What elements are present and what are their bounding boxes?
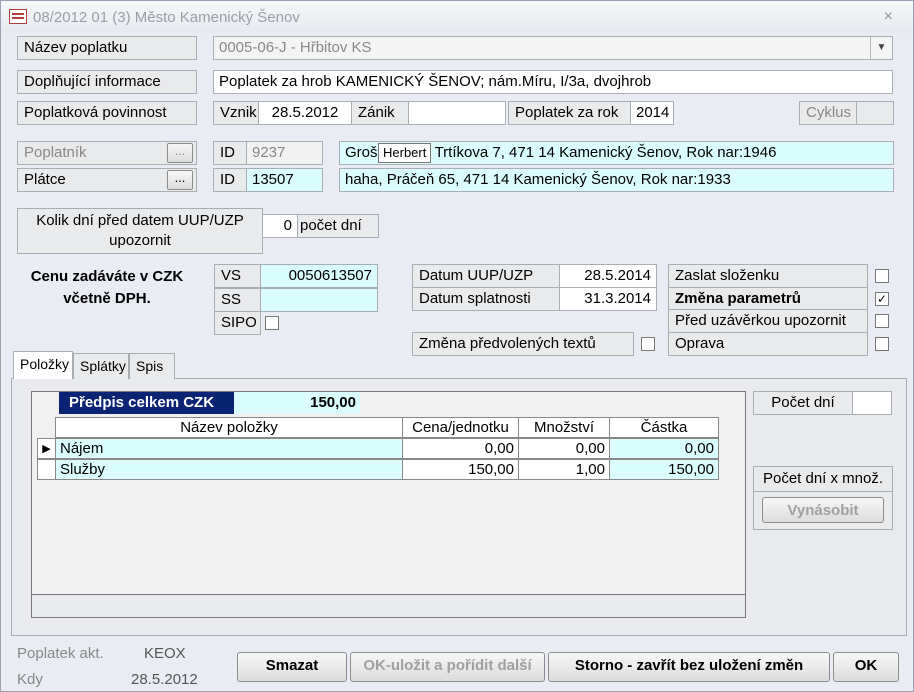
pocet-x-label: Počet dní x množ.: [754, 467, 892, 492]
zmena-param-label: Změna parametrů: [668, 287, 868, 311]
vznik-label: Vznik: [213, 101, 259, 125]
title-bar: 08/2012 01 (3) Město Kamenický Šenov ×: [1, 1, 913, 33]
nazev-label: Název poplatku: [17, 36, 197, 60]
chevron-down-icon[interactable]: ▼: [870, 37, 892, 59]
poplatnik-surname: Groš: [345, 144, 378, 161]
oprava-label: Oprava: [668, 332, 868, 356]
poplatnik-address: , Trtíkova 7, 471 14 Kamenický Šenov, Ro…: [426, 144, 777, 161]
kdy-value: 28.5.2012: [131, 671, 198, 688]
tab-spis[interactable]: Spis: [129, 353, 175, 379]
col-cena-header[interactable]: Cena/jednotku: [402, 417, 519, 438]
poplatek-rok-input[interactable]: 2014: [630, 101, 674, 125]
table-row-mnozstvi[interactable]: 0,00: [518, 438, 610, 459]
kolik-dni-input[interactable]: 0: [262, 214, 298, 238]
ss-label: SS: [214, 288, 261, 312]
datum-uup-label: Datum UUP/UZP: [412, 264, 560, 288]
oprava-checkbox[interactable]: [875, 337, 889, 351]
close-icon[interactable]: ×: [884, 8, 893, 26]
vznik-input[interactable]: 28.5.2012: [258, 101, 352, 125]
zaslat-checkbox[interactable]: [875, 269, 889, 283]
zmena-textu-checkbox[interactable]: [641, 337, 655, 351]
sipo-label: SIPO: [214, 311, 261, 335]
cenu-text: Cenu zadáváte v CZK včetně DPH.: [30, 268, 184, 307]
poplatek-akt-value: KEOX: [144, 645, 186, 662]
cyklus-label: Cyklus: [799, 101, 857, 125]
doplnujici-input[interactable]: Poplatek za hrob KAMENICKÝ ŠENOV; nám.Mí…: [213, 70, 893, 94]
platce-id-label: ID: [213, 168, 247, 192]
kdy-label: Kdy: [17, 671, 43, 688]
cyklus-input[interactable]: [856, 101, 894, 125]
ok-button[interactable]: OK: [833, 652, 899, 682]
table-row-cena[interactable]: 150,00: [402, 459, 519, 480]
vynasobit-button[interactable]: Vynásobit: [762, 497, 884, 523]
col-mnozstvi-header[interactable]: Množství: [518, 417, 610, 438]
pocet-dni-label: Počet dní: [753, 391, 853, 415]
vs-input[interactable]: 0050613507: [260, 264, 378, 288]
poplatnik-browse-button[interactable]: ...: [167, 143, 193, 163]
pocet-x-group: Počet dní x množ. Vynásobit: [753, 466, 893, 530]
datum-splat-label: Datum splatnosti: [412, 287, 560, 311]
tab-polozky[interactable]: Položky: [13, 351, 73, 379]
table-row-castka[interactable]: 150,00: [609, 459, 719, 480]
sipo-checkbox[interactable]: [265, 316, 279, 330]
table-row-mnozstvi[interactable]: 1,00: [518, 459, 610, 480]
vs-label: VS: [214, 264, 261, 288]
poplatek-rok-label: Poplatek za rok: [508, 101, 632, 125]
poplatnik-id-label: ID: [213, 141, 247, 165]
row-selector-icon[interactable]: ▶: [37, 438, 56, 459]
storno-button[interactable]: Storno - zavřít bez uložení změn: [548, 652, 830, 682]
smazat-button[interactable]: Smazat: [237, 652, 347, 682]
zaslat-label: Zaslat složenku: [668, 264, 868, 288]
pred-uzav-checkbox[interactable]: [875, 314, 889, 328]
table-row-name[interactable]: Nájem: [55, 438, 403, 459]
poplatek-akt-label: Poplatek akt.: [17, 645, 104, 662]
kolik-dni-label: Kolik dní před datem UUP/UZP upozornit: [17, 208, 263, 254]
poplatnik-id-input[interactable]: 9237: [246, 141, 323, 165]
pocet-dni-input[interactable]: [852, 391, 892, 415]
platce-browse-button[interactable]: ...: [167, 170, 193, 190]
table-row-castka[interactable]: 0,00: [609, 438, 719, 459]
platce-id-input[interactable]: 13507: [246, 168, 323, 192]
ss-input[interactable]: [260, 288, 378, 312]
datum-uup-input[interactable]: 28.5.2014: [559, 264, 657, 288]
povinnost-label: Poplatková povinnost: [17, 101, 197, 125]
zanik-label: Zánik: [351, 101, 409, 125]
row-selector[interactable]: [37, 459, 56, 480]
datum-splat-input[interactable]: 31.3.2014: [559, 287, 657, 311]
table-row-cena[interactable]: 0,00: [402, 438, 519, 459]
tab-splatky[interactable]: Splátky: [73, 353, 129, 379]
form-icon: [9, 9, 27, 24]
zanik-input[interactable]: [408, 101, 506, 125]
pocet-dni-text: počet dní: [297, 214, 379, 238]
predpis-value: 150,00: [234, 392, 360, 414]
predpis-label: Předpis celkem CZK: [59, 392, 234, 414]
zmena-param-checkbox[interactable]: ✓: [875, 292, 889, 306]
tooltip: Herbert: [378, 143, 432, 163]
doplnujici-label: Doplňující informace: [17, 70, 197, 94]
dialog-window: 08/2012 01 (3) Město Kamenický Šenov × N…: [0, 0, 914, 692]
nazev-value: 0005-06-J - Hřbitov KS: [219, 39, 372, 56]
platce-info[interactable]: haha, Práčeň 65, 471 14 Kamenický Šenov,…: [339, 168, 894, 192]
table-row-name[interactable]: Služby: [55, 459, 403, 480]
nazev-combobox[interactable]: 0005-06-J - Hřbitov KS ▼: [213, 36, 893, 60]
col-nazev-header[interactable]: Název položky: [55, 417, 403, 438]
ok-ulozit-button[interactable]: OK-uložit a pořídit další: [350, 652, 545, 682]
col-castka-header[interactable]: Částka: [609, 417, 719, 438]
window-title: 08/2012 01 (3) Město Kamenický Šenov: [33, 9, 300, 26]
zmena-textu-label: Změna předvolených textů: [412, 332, 634, 356]
pred-uzav-label: Před uzávěrkou upozornit: [668, 309, 868, 333]
